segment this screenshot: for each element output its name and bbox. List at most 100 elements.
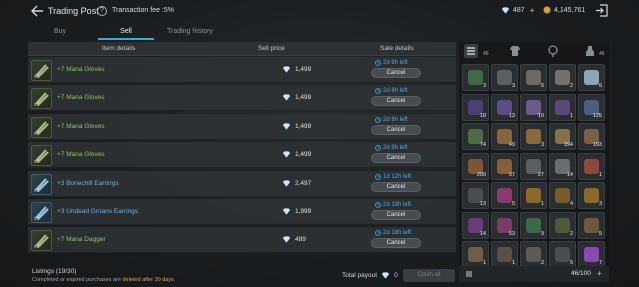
inventory-slot[interactable]: 18 <box>462 93 489 121</box>
inventory-footer: 46/100 + <box>459 266 609 282</box>
item-name: +7 Mana Gloves <box>57 122 105 130</box>
inventory-slot[interactable]: 27 <box>520 152 547 180</box>
cancel-button[interactable]: Cancel <box>371 181 421 192</box>
diamond-icon <box>501 7 510 14</box>
inventory-slot[interactable]: 194 <box>549 123 576 150</box>
inventory-slot[interactable]: 2 <box>549 64 576 91</box>
tab-trading-history[interactable]: Trading history <box>160 26 220 40</box>
inventory-slot[interactable]: 3 <box>462 64 489 91</box>
help-icon[interactable]: ? <box>97 6 107 16</box>
slot-count: 53 <box>508 230 515 237</box>
cancel-button[interactable]: Cancel <box>371 68 421 78</box>
inventory-panel: 46 46 3 3 6 2 6 18 13 10 1 125 74 49 3 194 193 200 37 27 1… <box>459 42 609 282</box>
item-quantity: x1 <box>34 102 40 109</box>
inventory-slot[interactable]: 5 <box>578 211 605 239</box>
retention-note-text: Completed or expired purchases are <box>32 277 123 283</box>
gem-amount: 487 <box>513 7 525 14</box>
inventory-slot[interactable]: 1 <box>491 241 518 268</box>
cancel-button[interactable]: Cancel <box>371 124 421 135</box>
retention-note: Completed or expired purchases are delet… <box>32 277 175 283</box>
inventory-slot[interactable]: 1 <box>462 241 489 268</box>
inventory-slot[interactable]: 13 <box>462 182 489 209</box>
clock-icon <box>375 116 381 123</box>
sell-listings-table: Item details Sell price Sale details x1 +… <box>28 42 456 264</box>
back-arrow-icon[interactable] <box>30 5 44 17</box>
all-items-tab-icon[interactable] <box>464 44 478 58</box>
retention-note-highlight: deleted after 30 days. <box>122 277 176 283</box>
claim-all-button[interactable]: Claim all <box>403 269 455 282</box>
slot-count: 5 <box>511 201 515 207</box>
sell-price-value: 2,497 <box>295 179 312 187</box>
cancel-button[interactable]: Cancel <box>371 96 421 107</box>
cancel-button[interactable]: Cancel <box>371 210 421 220</box>
transaction-fee: Transaction fee :5% <box>112 7 174 14</box>
item-slot[interactable]: x1 <box>31 202 52 223</box>
inventory-slot[interactable]: 14 <box>462 211 489 239</box>
item-slot[interactable]: x1 <box>31 88 52 110</box>
item-quantity: x1 <box>34 130 40 137</box>
clock-icon <box>375 202 381 208</box>
item-slot[interactable]: x1 <box>31 60 52 81</box>
item-name: +3 Bonechill Earrings <box>57 179 119 187</box>
inventory-slot[interactable]: 2 <box>520 241 547 268</box>
cancel-button[interactable]: Cancel <box>371 153 421 164</box>
inventory-slot[interactable]: 4 <box>549 182 576 209</box>
gold-coin-icon <box>543 6 551 14</box>
add-gems-button[interactable]: + <box>530 6 535 15</box>
time-left-text: 2d 18h left <box>383 230 412 237</box>
inventory-slot[interactable]: 5 <box>491 182 518 209</box>
clock-icon <box>375 60 381 66</box>
inventory-slot[interactable]: 6 <box>520 64 547 91</box>
inventory-slot[interactable]: 13 <box>491 93 518 121</box>
inventory-slot[interactable]: 7 <box>578 241 605 268</box>
time-left-text: 2d 6h left <box>383 60 408 66</box>
total-payout-label: Total payout <box>342 272 378 279</box>
inventory-slot[interactable]: 3 <box>520 123 547 150</box>
inventory-slot[interactable]: 125 <box>578 93 605 121</box>
inventory-slot[interactable]: 6 <box>578 64 605 91</box>
item-slot[interactable]: x1 <box>31 173 52 195</box>
exit-icon[interactable] <box>595 4 608 17</box>
inventory-slot[interactable]: 5 <box>549 241 576 268</box>
expand-inventory-button[interactable]: + <box>597 269 602 278</box>
time-left: 2d 18h left <box>375 202 411 208</box>
consumable-tab-icon[interactable] <box>583 44 597 58</box>
gem-icon <box>497 188 512 203</box>
inventory-slot[interactable]: 1 <box>520 182 547 209</box>
table-row: x1 +7 Mana Gloves 1,499 2d 6h left Cancel <box>28 113 456 140</box>
gold-amount: 4,145,761 <box>554 6 586 14</box>
slot-count: 200 <box>476 171 486 178</box>
inventory-slot[interactable]: 1 <box>578 152 605 180</box>
slot-count: 3 <box>540 142 544 148</box>
slot-count: 13 <box>508 112 515 119</box>
inventory-slot[interactable]: 37 <box>491 152 518 180</box>
inventory-slot[interactable]: 10 <box>520 93 547 121</box>
inventory-slot[interactable]: 53 <box>491 211 518 239</box>
item-slot[interactable]: x1 <box>31 230 52 252</box>
inventory-slot[interactable]: 74 <box>462 123 489 150</box>
item-slot[interactable]: x1 <box>31 116 52 138</box>
armor-tab-icon[interactable] <box>508 44 522 58</box>
crystal-icon <box>584 70 599 85</box>
bar-icon <box>555 247 570 262</box>
accessory-tab-icon[interactable] <box>546 44 560 58</box>
table-row: x1 +7 Mana Gloves 1,499 2d 6h left Cancel <box>28 85 456 112</box>
slot-count: 193 <box>592 142 602 148</box>
item-slot[interactable]: x1 <box>31 145 52 167</box>
inventory-slot[interactable]: 193 <box>578 123 605 150</box>
sort-icon[interactable] <box>465 270 473 278</box>
inventory-slot[interactable]: 49 <box>491 123 518 150</box>
inventory-slot[interactable]: 9 <box>520 211 547 239</box>
inventory-slot[interactable]: 1 <box>549 93 576 121</box>
slot-count: 14 <box>566 171 573 178</box>
tab-buy[interactable]: Buy <box>32 26 88 40</box>
inventory-slot[interactable]: 200 <box>462 152 489 180</box>
inventory-slot[interactable]: 3 <box>491 64 518 91</box>
inventory-slot[interactable]: 2 <box>549 211 576 239</box>
scroll-icon <box>555 99 570 115</box>
inventory-slot[interactable]: 14 <box>549 152 576 180</box>
cancel-button[interactable]: Cancel <box>371 238 421 249</box>
inventory-slot[interactable]: 3 <box>578 182 605 209</box>
sell-price-value: 1,499 <box>295 66 312 73</box>
tab-sell[interactable]: Sell <box>98 26 154 40</box>
